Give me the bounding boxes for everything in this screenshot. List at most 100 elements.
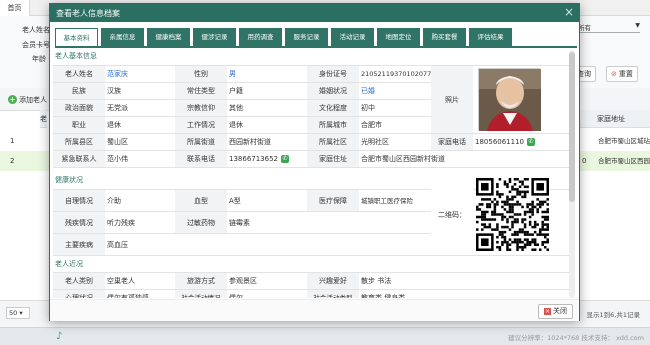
content-scrollbar[interactable] xyxy=(569,50,575,298)
age-label: 年龄 xyxy=(32,55,46,63)
tab-home[interactable]: 首页 xyxy=(0,0,30,16)
contact-phone-cell: 13866713652 ✆ xyxy=(227,151,307,168)
tab-relatives[interactable]: 亲属信息 xyxy=(101,28,144,47)
member-card-label: 会员卡号 xyxy=(22,41,50,49)
qr-code-icon xyxy=(476,178,549,251)
label-travel: 旅游方式 xyxy=(175,273,227,290)
close-icon[interactable]: × xyxy=(564,5,574,19)
portrait-image xyxy=(479,69,541,131)
health-grid: 自理情况 介助 血型 A型 医疗保障 城镇职工医疗保险 残疾情况 听力残疾 过敏… xyxy=(53,175,571,256)
tab-basic[interactable]: 基本资料 xyxy=(55,28,98,47)
label-social: 社会活动情况 xyxy=(175,290,227,298)
row-extra: 0 xyxy=(582,157,587,165)
label-community: 所属社区 xyxy=(307,134,359,151)
label-contact: 紧急联系人 xyxy=(53,151,105,168)
label-ethnic: 民族 xyxy=(53,83,105,100)
value-self-care: 介助 xyxy=(105,190,175,212)
tab-assessment[interactable]: 评估结果 xyxy=(469,28,512,47)
label-marital: 婚姻状况 xyxy=(307,83,359,100)
label-disability: 残疾情况 xyxy=(53,212,105,234)
value-id: 210521193701020779 xyxy=(359,66,431,83)
chevron-down-icon: ▼ xyxy=(635,22,640,29)
home-phone-cell: 18056061110 ✆ xyxy=(473,134,571,151)
label-chronic: 主要疾病 xyxy=(53,234,105,256)
row-index: 2 xyxy=(10,157,15,165)
label-job: 职业 xyxy=(53,117,105,134)
value-address: 合肥市蜀山区西园新村街道 xyxy=(359,151,571,168)
label-name: 老人姓名 xyxy=(53,66,105,83)
bell-icon[interactable]: ♪ xyxy=(56,331,62,342)
tab-service[interactable]: 服务记录 xyxy=(285,28,328,47)
tab-checkup[interactable]: 健涉记录 xyxy=(193,28,236,47)
value-street: 西园新村街道 xyxy=(227,134,307,151)
value-social-type: 教育类 健身类 xyxy=(359,290,571,298)
label-social-type: 社会活动类型 xyxy=(307,290,359,298)
tab-activity[interactable]: 活动记录 xyxy=(331,28,374,47)
label-work-status: 工作情况 xyxy=(175,117,227,134)
label-id: 身份证号 xyxy=(307,66,359,83)
value-community: 光明社区 xyxy=(359,134,431,151)
label-street: 所属街道 xyxy=(175,134,227,151)
value-religion: 其他 xyxy=(227,100,307,117)
value-marital: 已婚 xyxy=(359,83,431,100)
row-address: 合肥市蜀山区西园 xyxy=(598,157,650,165)
tab-package[interactable]: 购买套餐 xyxy=(423,28,466,47)
recent-grid: 老人类别 空巢老人 旅游方式 参观景区 兴趣爱好 散步 书法 心理状况 偶尔有孤… xyxy=(53,272,571,298)
label-sex: 性别 xyxy=(175,66,227,83)
close-button[interactable]: × 关闭 xyxy=(538,304,573,319)
dialog-title: 查看老人信息档案 xyxy=(56,9,120,18)
row-address: 合肥市蜀山区城玷 xyxy=(598,137,650,145)
tab-health[interactable]: 健康档案 xyxy=(147,28,190,47)
phone-icon[interactable]: ✆ xyxy=(527,138,535,146)
qr-code-image xyxy=(476,178,549,251)
value-residence: 户籍 xyxy=(227,83,307,100)
tab-map[interactable]: 地图定位 xyxy=(377,28,420,47)
label-religion: 宗教信仰 xyxy=(175,100,227,117)
add-elder-button[interactable]: + 添加老人 xyxy=(8,95,47,105)
col-header-short: 老 xyxy=(40,110,47,128)
label-blood: 血型 xyxy=(175,190,227,212)
value-contact: 范小伟 xyxy=(105,151,175,168)
reset-icon: ⊘ xyxy=(611,70,617,78)
label-contact-phone: 联系电话 xyxy=(175,151,227,168)
label-allergy: 过敏药物 xyxy=(175,212,227,234)
page-size-value: 50 xyxy=(9,309,18,317)
value-politics: 无党派 xyxy=(105,100,175,117)
status-select[interactable]: 所有 ▼ xyxy=(578,22,640,33)
label-insurance: 医疗保障 xyxy=(307,190,359,212)
value-ethnic: 汉族 xyxy=(105,83,175,100)
tab-medication[interactable]: 用药调查 xyxy=(239,28,282,47)
value-name: 范家庆 xyxy=(105,66,175,83)
label-category: 老人类别 xyxy=(53,273,105,290)
value-job: 退休 xyxy=(105,117,175,134)
status-text: 建议分辨率：1024*768 技术支持： xdd.com xyxy=(508,334,644,342)
add-elder-label: 添加老人 xyxy=(19,96,47,104)
status-bar: ♪ 建议分辨率：1024*768 技术支持： xdd.com xyxy=(0,327,650,345)
value-disability: 听力残疾 xyxy=(105,212,175,234)
photo-cell xyxy=(473,66,571,134)
close-icon: × xyxy=(544,307,551,315)
qr-cell xyxy=(473,175,571,256)
tab-underline xyxy=(55,46,577,48)
elder-name-label: 老人姓名 xyxy=(22,26,50,34)
reset-button[interactable]: ⊘ 重置 xyxy=(606,66,638,82)
section-recent-title: 老人近况 xyxy=(53,258,571,271)
value-contact-phone: 13866713652 xyxy=(229,155,278,163)
value-work-status: 退休 xyxy=(227,117,307,134)
label-self-care: 自理情况 xyxy=(53,190,105,212)
value-allergy: 链霉素 xyxy=(227,212,431,234)
value-chronic: 高血压 xyxy=(105,234,431,256)
value-blood: A型 xyxy=(227,190,307,212)
page-size-select[interactable]: 50 ▾ xyxy=(6,307,30,319)
scrollbar-thumb[interactable] xyxy=(569,52,575,202)
close-label: 关闭 xyxy=(553,307,567,315)
phone-icon[interactable]: ✆ xyxy=(281,155,289,163)
label-mental: 心理状况 xyxy=(53,290,105,298)
label-photo: 照片 xyxy=(431,66,473,134)
value-sex: 男 xyxy=(227,66,307,83)
value-home-phone: 18056061110 xyxy=(475,138,524,146)
elder-profile-dialog: 查看老人信息档案 × 基本资料 亲属信息 健康档案 健涉记录 用药调查 服务记录… xyxy=(49,3,580,321)
label-qr: 二维码： xyxy=(431,175,473,256)
label-residence: 常住类型 xyxy=(175,83,227,100)
basic-info-grid: 老人姓名 范家庆 性别 男 身份证号 210521193701020779 民族… xyxy=(53,65,571,171)
